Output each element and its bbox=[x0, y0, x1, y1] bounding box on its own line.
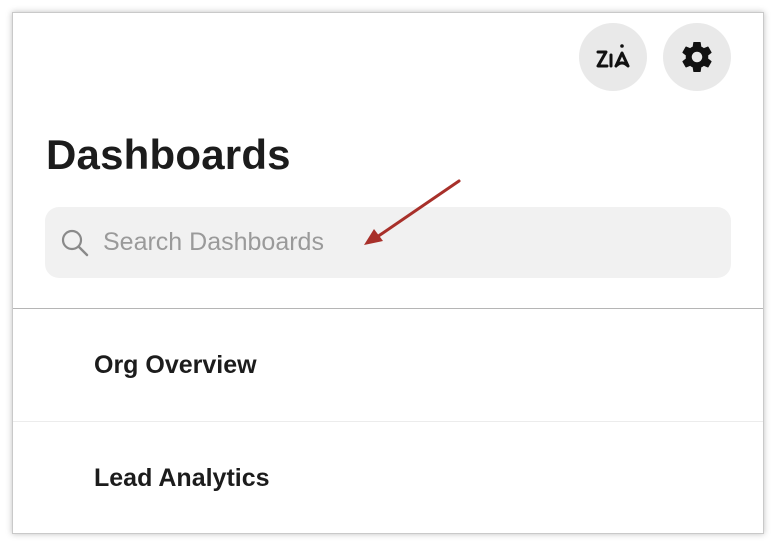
dashboard-item-label: Lead Analytics bbox=[94, 463, 270, 492]
search-icon bbox=[59, 227, 91, 259]
dashboards-panel: Dashboards Org Overview Lead Analytics bbox=[12, 12, 764, 534]
gear-icon bbox=[682, 42, 712, 72]
search-bar[interactable] bbox=[45, 207, 731, 278]
dashboard-item-lead-analytics[interactable]: Lead Analytics bbox=[13, 422, 763, 533]
zia-button[interactable] bbox=[579, 23, 647, 91]
dashboard-item-org-overview[interactable]: Org Overview bbox=[13, 309, 763, 422]
dashboard-list: Org Overview Lead Analytics bbox=[13, 309, 763, 533]
zia-icon bbox=[596, 44, 630, 68]
dashboard-item-label: Org Overview bbox=[94, 350, 257, 379]
search-input[interactable] bbox=[103, 222, 663, 263]
settings-button[interactable] bbox=[663, 23, 731, 91]
page-title: Dashboards bbox=[46, 131, 291, 178]
